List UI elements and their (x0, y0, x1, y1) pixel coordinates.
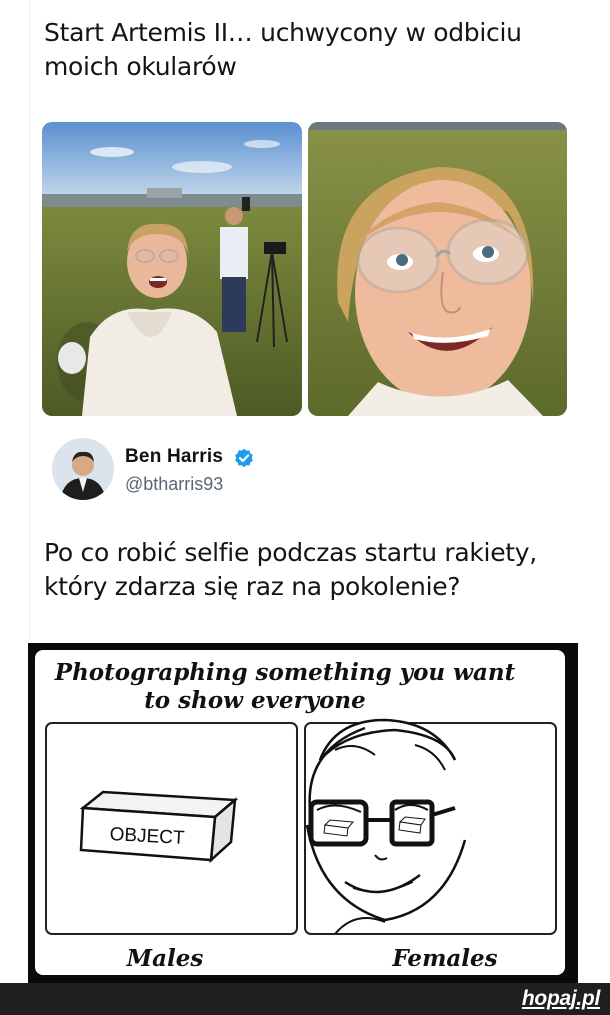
comic-frame: Photographing something you want to show… (28, 643, 578, 983)
author-row[interactable]: Ben Harris @btharris93 (52, 438, 552, 502)
selfie-closeup-image (308, 122, 567, 416)
comic-drawing: Photographing something you want to show… (45, 659, 557, 972)
tweet-photo-right[interactable] (308, 122, 567, 416)
site-logo[interactable]: hopaj.pl (522, 987, 600, 1011)
comic-title-line2: to show everyone (144, 687, 366, 714)
tweet-card: Start Artemis II… uchwycony w odbiciu mo… (29, 0, 580, 640)
tweet-photo-left[interactable] (42, 122, 302, 416)
avatar-image (52, 438, 114, 500)
comic-caption-males: Males (126, 945, 204, 972)
comic-title-line1: Photographing something you want (54, 659, 516, 686)
comic-caption-females: Females (391, 945, 497, 972)
reply-text: Po co robić selfie podczas startu rakiet… (44, 538, 537, 601)
tweet-text: Start Artemis II… uchwycony w odbiciu mo… (44, 18, 522, 81)
site-footer-bar: hopaj.pl (0, 983, 610, 1015)
author-name[interactable]: Ben Harris (125, 446, 223, 468)
selfie-wide-image (42, 122, 302, 416)
site-logo-text[interactable]: hopaj.pl (522, 987, 600, 1010)
author-handle[interactable]: @btharris93 (125, 474, 223, 495)
avatar[interactable] (52, 438, 114, 500)
verified-badge-icon (234, 448, 254, 468)
object-label: OBJECT (109, 824, 185, 849)
comic-image[interactable]: Photographing something you want to show… (35, 650, 565, 975)
